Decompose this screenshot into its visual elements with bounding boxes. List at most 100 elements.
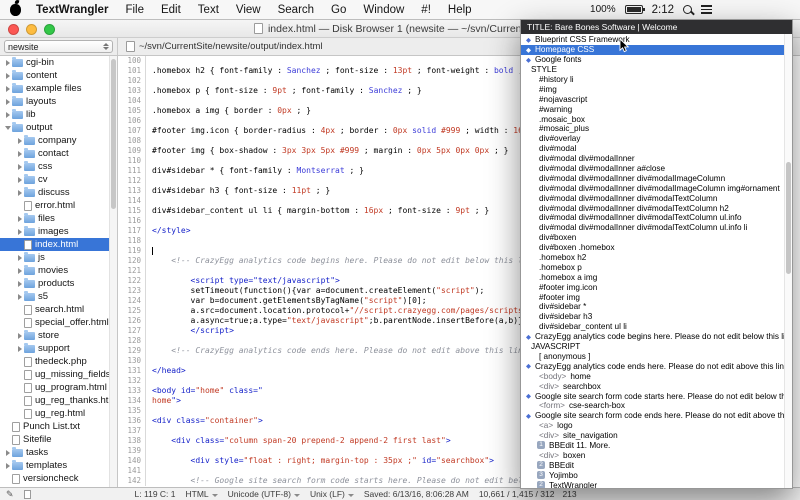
popup-item[interactable]: div#modal div#modalInner [521, 154, 792, 164]
popup-item[interactable]: <a>logo [521, 421, 792, 431]
sidebar-item[interactable]: store [0, 329, 109, 342]
popup-item[interactable]: ◆Blueprint CSS Framework [521, 35, 792, 45]
menu-textwrangler[interactable]: TextWrangler [34, 4, 110, 16]
disclosure-collapsed-icon[interactable] [15, 281, 24, 287]
minimize-window-button[interactable] [26, 24, 37, 35]
popup-item[interactable]: .homebox p [521, 262, 792, 272]
sidebar-item[interactable]: ug_reg_thanks.html [0, 394, 109, 407]
document-state-icon[interactable] [24, 490, 31, 499]
sidebar-item[interactable]: layouts [0, 95, 109, 108]
menu--[interactable]: #! [419, 4, 433, 16]
popup-item[interactable]: ◆CrazyEgg analytics code begins here. Pl… [521, 332, 792, 342]
sidebar-item[interactable]: ug_missing_fields.ht… [0, 368, 109, 381]
popup-item[interactable]: 3Yojimbo [521, 470, 792, 480]
menu-edit[interactable]: Edit [159, 4, 183, 16]
sidebar-item[interactable]: index.html [0, 238, 109, 251]
sidebar-item[interactable]: company [0, 134, 109, 147]
disclosure-collapsed-icon[interactable] [15, 190, 24, 196]
sidebar-item[interactable]: contact [0, 147, 109, 160]
disclosure-collapsed-icon[interactable] [15, 333, 24, 339]
popup-item[interactable]: div#modal div#modalInner a#close [521, 164, 792, 174]
sidebar-item[interactable]: lib [0, 108, 109, 121]
sidebar-item[interactable]: js [0, 251, 109, 264]
apple-menu-icon[interactable] [10, 4, 21, 16]
sidebar-item[interactable]: search.html [0, 303, 109, 316]
sidebar-item[interactable]: discuss [0, 186, 109, 199]
popup-scrollbar-thumb[interactable] [786, 162, 791, 274]
disclosure-collapsed-icon[interactable] [15, 255, 24, 261]
line-ending-menu[interactable]: Unix (LF) [310, 489, 354, 499]
sidebar-item[interactable]: versioncheck [0, 472, 109, 485]
sidebar-item[interactable]: thedeck.php [0, 355, 109, 368]
popup-item[interactable]: <form>cse-search-box [521, 401, 792, 411]
sidebar-item[interactable]: ug_reg.html [0, 407, 109, 420]
popup-item[interactable]: div#modal div#modalInner div#modalImageC… [521, 173, 792, 183]
popup-item[interactable]: <body>home [521, 371, 792, 381]
popup-item[interactable]: #img [521, 84, 792, 94]
sidebar-item[interactable]: example files [0, 82, 109, 95]
menu-file[interactable]: File [123, 4, 146, 16]
close-window-button[interactable] [8, 24, 19, 35]
disclosure-collapsed-icon[interactable] [15, 229, 24, 235]
zoom-window-button[interactable] [44, 24, 55, 35]
popup-item[interactable]: #footer img [521, 292, 792, 302]
popup-item[interactable]: div#modal div#modalInner div#modalTextCo… [521, 213, 792, 223]
sidebar-item[interactable]: support [0, 342, 109, 355]
disclosure-collapsed-icon[interactable] [15, 151, 24, 157]
sidebar-scrollbar-thumb[interactable] [111, 59, 116, 209]
popup-item[interactable]: div#modal div#modalInner div#modalTextCo… [521, 193, 792, 203]
sidebar-item[interactable]: special_offer.html [0, 316, 109, 329]
disclosure-collapsed-icon[interactable] [3, 463, 12, 469]
language-menu[interactable]: HTML [186, 489, 218, 499]
popup-item[interactable]: div#sidebar h3 [521, 312, 792, 322]
popup-item[interactable]: ◆Homepage CSS [521, 45, 792, 55]
disclosure-collapsed-icon[interactable] [3, 86, 12, 92]
popup-item[interactable]: .homebox h2 [521, 253, 792, 263]
popup-item[interactable]: ◆Google site search form code ends here.… [521, 411, 792, 421]
menu-window[interactable]: Window [361, 4, 406, 16]
disclosure-collapsed-icon[interactable] [3, 450, 12, 456]
popup-item[interactable]: .homebox a img [521, 272, 792, 282]
sidebar-item[interactable]: content [0, 69, 109, 82]
battery-icon[interactable] [625, 5, 643, 14]
popup-item[interactable]: <div>site_navigation [521, 431, 792, 441]
sidebar-item[interactable]: movies [0, 264, 109, 277]
disclosure-collapsed-icon[interactable] [15, 294, 24, 300]
menu-view[interactable]: View [234, 4, 263, 16]
popup-item[interactable]: div#modal div#modalInner div#modalImageC… [521, 183, 792, 193]
popup-item[interactable]: #nojavascript [521, 94, 792, 104]
volume-popup-button[interactable]: newsite [4, 40, 113, 53]
sidebar-item[interactable]: images [0, 225, 109, 238]
popup-item[interactable]: <div>boxen [521, 450, 792, 460]
sidebar-item[interactable]: css [0, 160, 109, 173]
sidebar-item[interactable]: error.html [0, 199, 109, 212]
sidebar-item[interactable]: products [0, 277, 109, 290]
disclosure-collapsed-icon[interactable] [15, 346, 24, 352]
disclosure-collapsed-icon[interactable] [15, 138, 24, 144]
popup-item[interactable]: ◆Google site search form code starts her… [521, 391, 792, 401]
disclosure-collapsed-icon[interactable] [15, 268, 24, 274]
popup-item[interactable]: div#modal div#modalInner div#modalTextCo… [521, 203, 792, 213]
popup-item[interactable]: 2BBEdit [521, 460, 792, 470]
popup-item[interactable]: ◆CrazyEgg analytics code ends here. Plea… [521, 361, 792, 371]
popup-item[interactable]: div#boxen [521, 233, 792, 243]
popup-item[interactable]: #warning [521, 104, 792, 114]
popup-item[interactable]: div#boxen .homebox [521, 243, 792, 253]
popup-item[interactable]: div#modal [521, 144, 792, 154]
popup-item[interactable]: div#sidebar * [521, 302, 792, 312]
sidebar-item[interactable]: files [0, 212, 109, 225]
pencil-icon[interactable]: ✎ [6, 489, 14, 500]
popup-item[interactable]: div#sidebar_content ul li [521, 322, 792, 332]
menu-go[interactable]: Go [329, 4, 348, 16]
popup-item[interactable]: #history li [521, 75, 792, 85]
spotlight-search-icon[interactable] [683, 5, 692, 14]
menu-search[interactable]: Search [276, 4, 316, 16]
disclosure-expanded-icon[interactable] [3, 126, 12, 130]
encoding-menu[interactable]: Unicode (UTF-8) [228, 489, 300, 499]
sidebar-item[interactable]: cgi-bin [0, 56, 109, 69]
sidebar-item[interactable]: ug_program.html [0, 381, 109, 394]
popup-item[interactable]: ◆Google fonts [521, 55, 792, 65]
popup-item[interactable]: #footer img.icon [521, 282, 792, 292]
disclosure-collapsed-icon[interactable] [15, 216, 24, 222]
sidebar-item[interactable]: Sitefile [0, 433, 109, 446]
